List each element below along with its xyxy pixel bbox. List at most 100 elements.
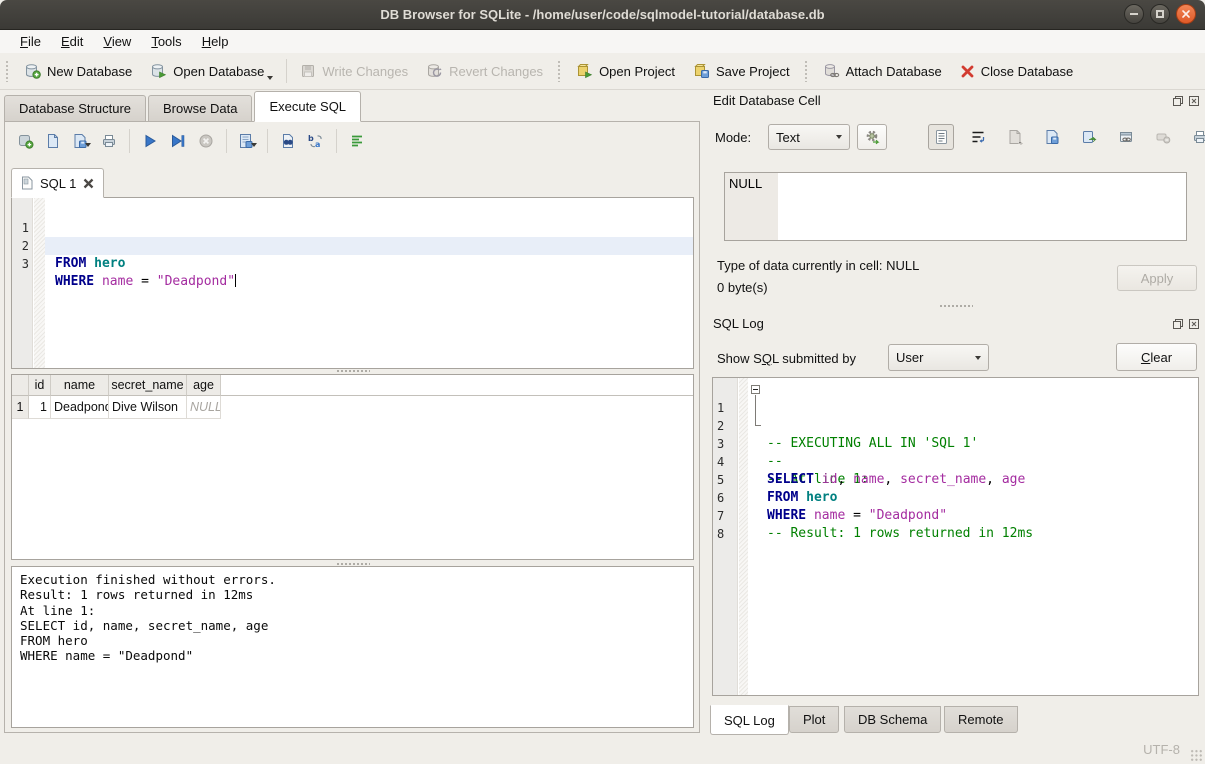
open-in-external-button[interactable] xyxy=(1076,124,1102,150)
close-database-button[interactable]: Close Database xyxy=(951,56,1083,86)
menu-file[interactable]: File xyxy=(10,30,51,53)
table-row: 1 1 Deadpond Dive Wilson NULL xyxy=(12,396,693,419)
results-table: id name secret_name age 1 1 Deadpond Div… xyxy=(11,374,694,560)
resize-grip[interactable] xyxy=(1190,749,1203,762)
log-line: 8 xyxy=(713,507,1198,525)
clear-log-button[interactable]: Clear xyxy=(1116,343,1197,371)
apply-button[interactable]: Apply xyxy=(1117,265,1197,291)
dock-tab-plot[interactable]: Plot xyxy=(789,706,839,733)
tab-browse-data[interactable]: Browse Data xyxy=(148,95,252,122)
encoding-indicator[interactable]: UTF-8 xyxy=(1143,742,1180,757)
toolbar-drag-handle[interactable] xyxy=(804,60,809,82)
execute-line-button[interactable] xyxy=(166,129,190,153)
auto-switch-mode-button[interactable] xyxy=(857,124,887,150)
attach-database-icon xyxy=(823,63,840,79)
print-icon xyxy=(101,133,117,149)
maximize-button[interactable] xyxy=(1150,4,1170,24)
new-sql-tab-button[interactable] xyxy=(13,129,37,153)
attach-database-button[interactable]: Attach Database xyxy=(814,56,951,86)
print-cell-button[interactable] xyxy=(1187,124,1205,150)
save-project-button[interactable]: Save Project xyxy=(684,56,799,86)
word-wrap-icon xyxy=(970,129,986,145)
new-database-button[interactable]: New Database xyxy=(15,56,141,86)
find-button[interactable] xyxy=(276,129,300,153)
cell-type-info: Type of data currently in cell: NULL xyxy=(717,258,919,273)
sql-editor[interactable]: 1 SELECT id, name, secret_name, age 2 FR… xyxy=(11,197,694,369)
dock-float-icon[interactable] xyxy=(1172,318,1184,330)
save-sql-dropdown-caret[interactable] xyxy=(85,143,91,147)
dock-close-icon[interactable] xyxy=(1188,95,1200,107)
word-wrap-button[interactable] xyxy=(965,124,991,150)
print-sql-button[interactable] xyxy=(97,129,121,153)
tab-database-structure[interactable]: Database Structure xyxy=(4,95,146,122)
close-database-icon xyxy=(960,64,975,79)
format-sql-icon xyxy=(349,133,365,149)
revert-changes-icon xyxy=(426,63,443,79)
menu-edit[interactable]: Edit xyxy=(51,30,93,53)
fold-marker-open[interactable] xyxy=(750,381,764,399)
dock-splitter[interactable] xyxy=(712,303,1199,309)
log-line: 5 FROM hero xyxy=(713,453,1198,471)
minimize-button[interactable] xyxy=(1124,4,1144,24)
execute-all-button[interactable] xyxy=(138,129,162,153)
cell-name[interactable]: Deadpond xyxy=(51,396,109,419)
dock-float-icon[interactable] xyxy=(1172,95,1184,107)
open-database-button[interactable]: Open Database xyxy=(141,56,282,86)
column-header-id[interactable]: id xyxy=(29,375,51,396)
toolbar-drag-handle[interactable] xyxy=(557,60,562,82)
dock-tab-remote[interactable]: Remote xyxy=(944,706,1018,733)
open-sql-file-button[interactable] xyxy=(41,129,65,153)
replace-button[interactable]: b a xyxy=(304,129,328,153)
set-null-button[interactable] xyxy=(1150,124,1176,150)
tab-execute-sql[interactable]: Execute SQL xyxy=(254,91,361,122)
sql-tab-sql1[interactable]: SQL 1 xyxy=(11,168,104,198)
open-project-button[interactable]: Open Project xyxy=(567,56,684,86)
mode-select-value: Text xyxy=(776,130,800,145)
menu-view[interactable]: View xyxy=(93,30,141,53)
menu-tools[interactable]: Tools xyxy=(141,30,191,53)
sql-log-filter-select[interactable]: User xyxy=(888,344,989,371)
dock-tab-sql-log[interactable]: SQL Log xyxy=(710,705,789,735)
write-changes-button[interactable]: Write Changes xyxy=(291,56,417,86)
row-number-cell[interactable]: 1 xyxy=(12,396,29,419)
toolbar-separator xyxy=(336,129,337,153)
column-header-age[interactable]: age xyxy=(187,375,221,396)
close-tab-icon[interactable] xyxy=(83,178,94,189)
cell-age[interactable]: NULL xyxy=(187,396,221,419)
svg-text:a: a xyxy=(315,140,320,149)
column-header-name[interactable]: name xyxy=(51,375,109,396)
stop-execution-button[interactable] xyxy=(194,129,218,153)
right-dock: Edit Database Cell Mode: Text xyxy=(707,90,1205,764)
toolbar-separator xyxy=(267,129,268,153)
save-results-dropdown-caret[interactable] xyxy=(251,143,257,147)
toolbar-drag-handle[interactable] xyxy=(5,60,10,82)
revert-changes-button[interactable]: Revert Changes xyxy=(417,56,552,86)
copy-link-button[interactable] xyxy=(1113,124,1139,150)
edit-cell-dock-buttons xyxy=(1172,95,1200,107)
edit-cell-title: Edit Database Cell xyxy=(713,93,821,108)
splitter-handle[interactable] xyxy=(336,369,370,373)
execution-message: Execution finished without errors. Resul… xyxy=(11,566,694,728)
splitter-handle[interactable] xyxy=(939,304,973,308)
text-mode-icon xyxy=(934,129,949,145)
menu-help[interactable]: Help xyxy=(192,30,239,53)
open-database-dropdown-caret[interactable] xyxy=(267,76,273,80)
format-sql-button[interactable] xyxy=(345,129,369,153)
save-sql-file-button[interactable] xyxy=(69,129,93,153)
mode-select[interactable]: Text xyxy=(768,124,850,150)
export-cell-data-button[interactable] xyxy=(1039,124,1065,150)
save-results-button[interactable] xyxy=(235,129,259,153)
dock-tab-db-schema[interactable]: DB Schema xyxy=(844,706,941,733)
find-icon xyxy=(280,133,296,149)
sql-log-viewer: 1 -- EXECUTING ALL IN 'SQL 1' 2 -- 3 -- … xyxy=(712,377,1199,696)
new-database-icon xyxy=(24,63,41,79)
close-window-button[interactable] xyxy=(1176,4,1196,24)
import-cell-data-button[interactable] xyxy=(1002,124,1028,150)
text-mode-button[interactable] xyxy=(928,124,954,150)
cell-id[interactable]: 1 xyxy=(29,396,51,419)
column-header-secret-name[interactable]: secret_name xyxy=(109,375,187,396)
cell-secret-name[interactable]: Dive Wilson xyxy=(109,396,187,419)
dock-close-icon[interactable] xyxy=(1188,318,1200,330)
new-sql-tab-icon xyxy=(17,133,34,149)
cell-content-editor[interactable]: NULL xyxy=(724,172,1187,241)
